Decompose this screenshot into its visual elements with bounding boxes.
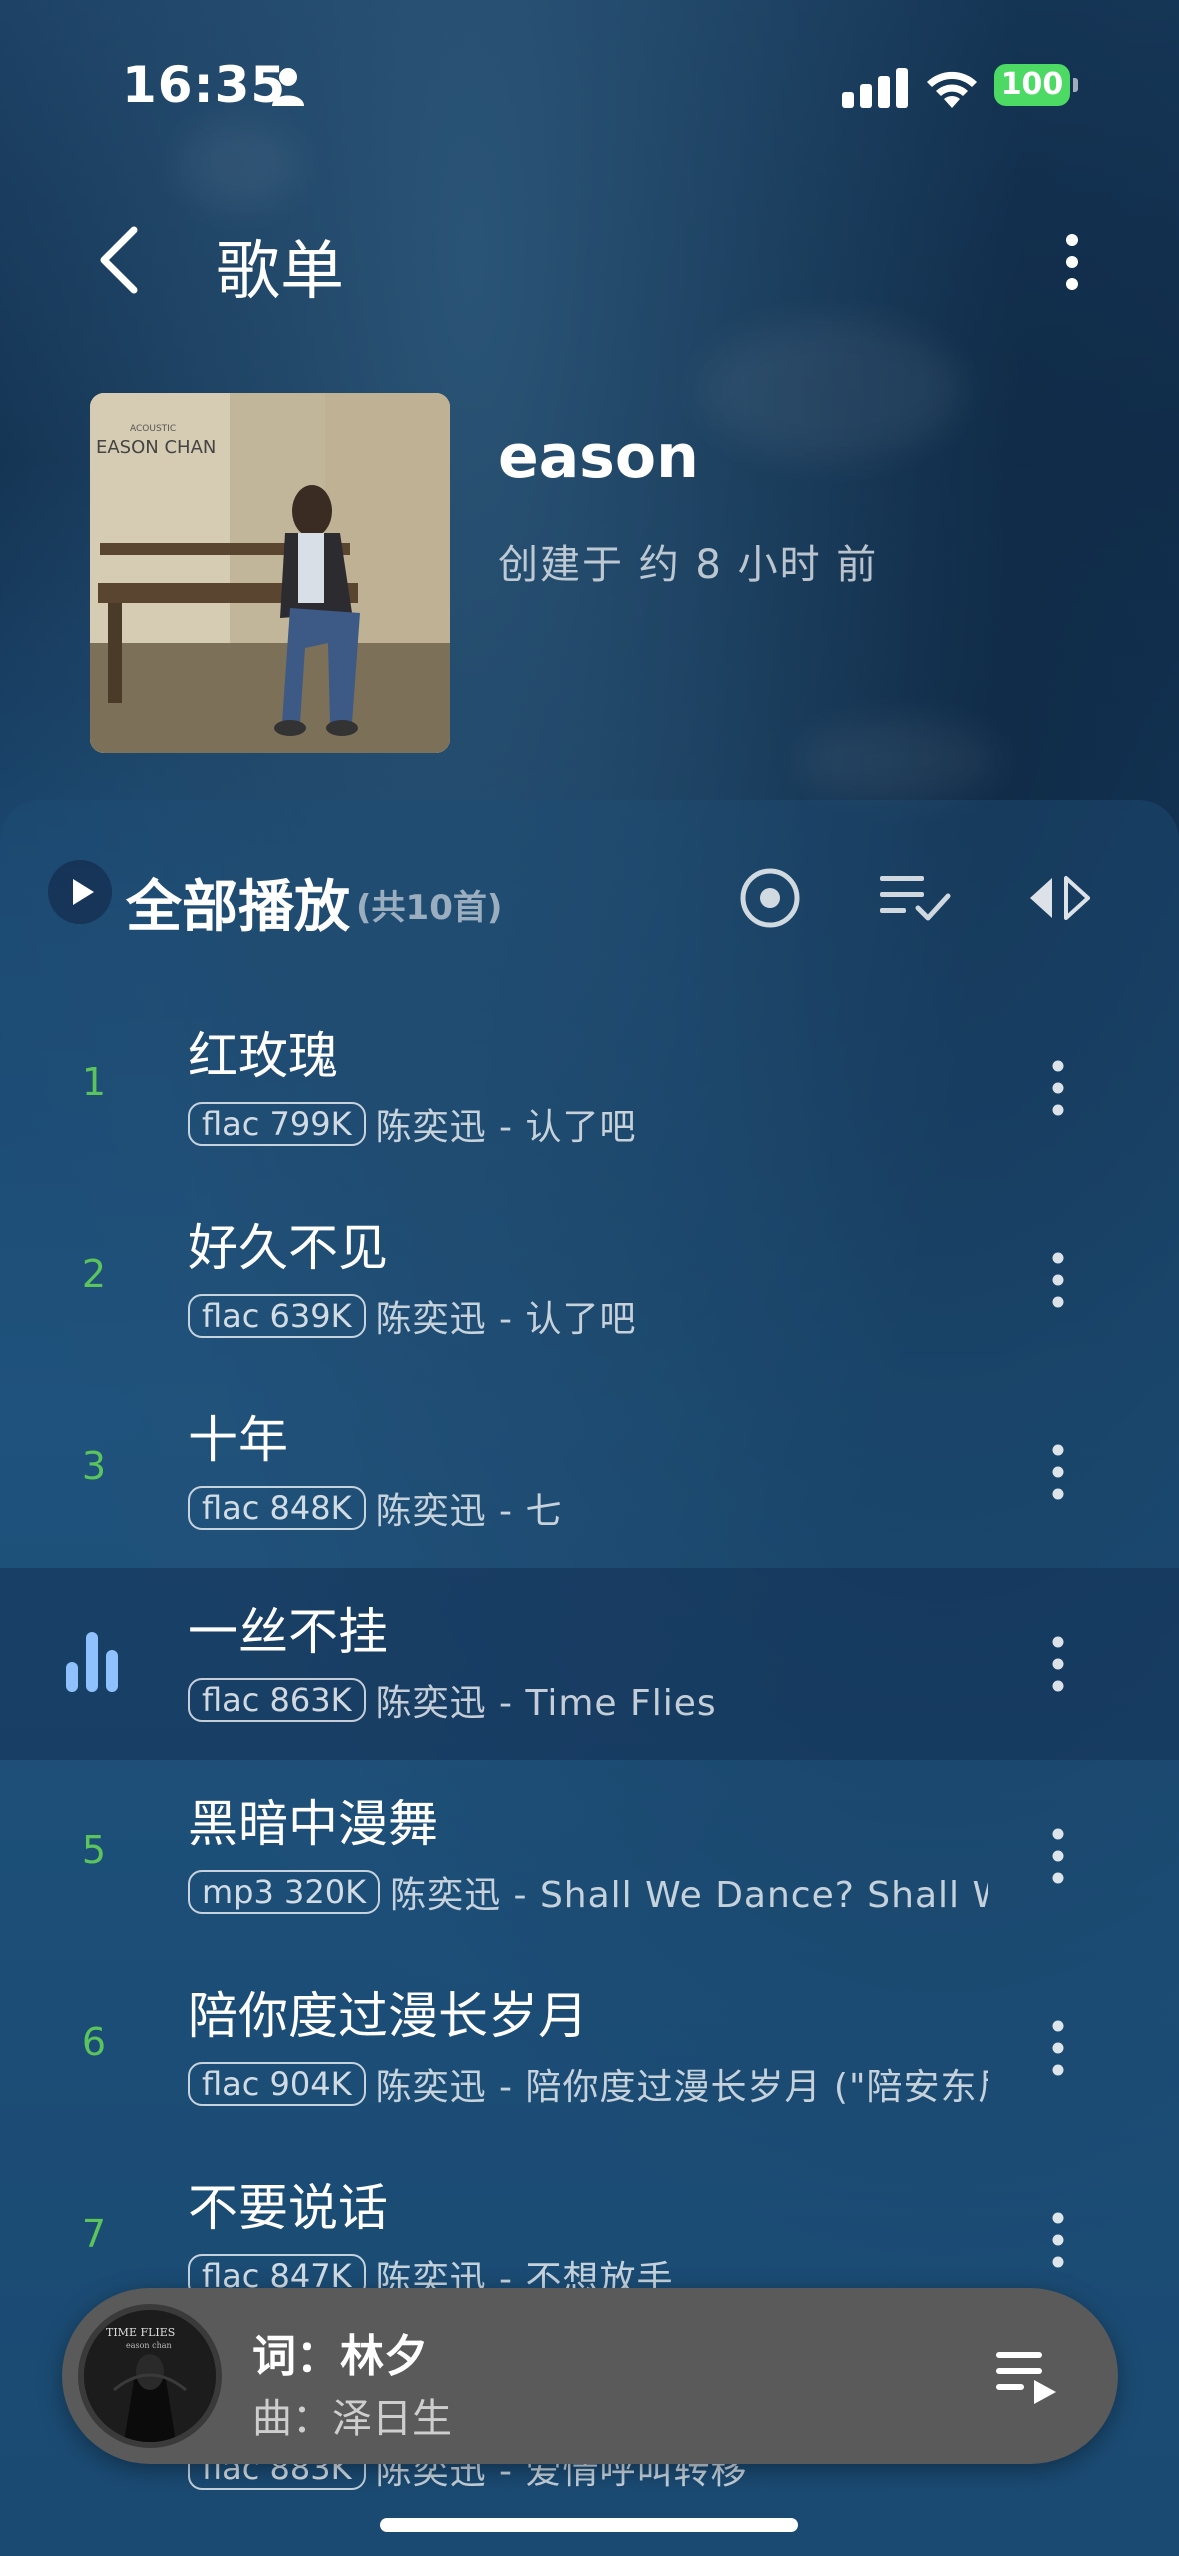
- song-number: 2: [81, 1252, 107, 1296]
- song-number: 5: [81, 1828, 107, 1872]
- locate-current-icon[interactable]: [736, 864, 804, 932]
- home-indicator[interactable]: [380, 2518, 798, 2532]
- album-art-image: TIME FLIES eason chan: [84, 2310, 216, 2442]
- album-art-text: TIME FLIES: [106, 2326, 175, 2339]
- cover-text-name: EASON CHAN: [96, 437, 216, 458]
- song-more-icon[interactable]: [1040, 1440, 1076, 1504]
- cover-text-top: ACOUSTIC: [130, 424, 176, 434]
- battery-indicator: 100: [994, 64, 1078, 106]
- song-subtitle: flac 863K 陈奕迅 - Time Flies: [188, 1674, 988, 1722]
- song-artist-album: 陈奕迅 - 陪你度过漫长岁月 ("陪安东尼: [375, 2067, 988, 2106]
- song-more-icon[interactable]: [1040, 1824, 1076, 1888]
- bg-ripple: [700, 320, 960, 460]
- bg-ripple: [800, 720, 1000, 800]
- quality-badge: flac 904K: [188, 2062, 366, 2106]
- song-title: 十年: [188, 1411, 288, 1469]
- song-more-icon[interactable]: [1040, 1248, 1076, 1312]
- status-time: 16:35: [122, 56, 287, 114]
- song-artist-album: 陈奕迅 - 认了吧: [375, 1107, 637, 1146]
- person-icon: [272, 68, 304, 106]
- song-subtitle: mp3 320K 陈奕迅 - Shall We Dance? Shall We: [188, 1866, 988, 1914]
- song-artist-album: 陈奕迅 - Time Flies: [375, 1683, 717, 1722]
- song-number: 3: [81, 1444, 107, 1488]
- playlist-created-time: 创建于 约 8 小时 前: [498, 542, 879, 588]
- status-bar: 16:35 100: [0, 0, 1179, 140]
- quality-badge: flac 799K: [188, 1102, 366, 1146]
- song-number: 1: [81, 1060, 107, 1104]
- back-arrow-icon[interactable]: [90, 222, 150, 298]
- battery-level: 100: [994, 64, 1070, 106]
- now-playing-album-art[interactable]: TIME FLIES eason chan: [78, 2304, 222, 2448]
- play-queue-icon[interactable]: [994, 2346, 1062, 2406]
- song-row[interactable]: 3 十年 flac 848K 陈奕迅 - 七: [0, 1376, 1179, 1568]
- battery-tip: [1073, 78, 1078, 92]
- song-title: 好久不见: [188, 1219, 388, 1277]
- song-title: 黑暗中漫舞: [188, 1795, 438, 1853]
- song-count: (共10首): [356, 888, 503, 928]
- play-icon: [73, 879, 94, 905]
- song-more-icon[interactable]: [1040, 2208, 1076, 2272]
- quality-badge: flac 863K: [188, 1678, 366, 1722]
- play-all-button[interactable]: [48, 860, 112, 924]
- song-row-now-playing[interactable]: 一丝不挂 flac 863K 陈奕迅 - Time Flies: [0, 1568, 1179, 1760]
- mini-player[interactable]: TIME FLIES eason chan 词：林夕 曲：泽日生: [62, 2288, 1118, 2464]
- multi-select-icon[interactable]: [880, 872, 952, 924]
- quality-badge: flac 848K: [188, 1486, 366, 1530]
- album-art-subtext: eason chan: [126, 2341, 172, 2350]
- song-number: 7: [81, 2212, 107, 2256]
- song-title: 一丝不挂: [188, 1603, 388, 1661]
- wifi-icon: [927, 71, 977, 108]
- mini-player-lyric-line2: 曲：泽日生: [252, 2396, 452, 2442]
- quality-badge: mp3 320K: [188, 1870, 381, 1914]
- song-more-icon[interactable]: [1040, 1056, 1076, 1120]
- cover-artwork: ACOUSTIC EASON CHAN: [90, 393, 450, 753]
- play-all-label[interactable]: 全部播放: [126, 862, 350, 943]
- song-more-icon[interactable]: [1040, 2016, 1076, 2080]
- song-artist-album: 陈奕迅 - 认了吧: [375, 1299, 637, 1338]
- playlist-name: eason: [498, 422, 699, 492]
- song-subtitle: flac 799K 陈奕迅 - 认了吧: [188, 1098, 988, 1146]
- page-title: 歌单: [216, 235, 344, 309]
- playlist-cover[interactable]: ACOUSTIC EASON CHAN: [90, 393, 450, 753]
- now-playing-equalizer-icon: [66, 1632, 118, 1692]
- song-title: 陪你度过漫长岁月: [188, 1987, 588, 2045]
- song-artist-album: 陈奕迅 - Shall We Dance? Shall We: [390, 1875, 988, 1914]
- sort-icon[interactable]: [1028, 874, 1090, 922]
- song-number: 6: [81, 2020, 107, 2064]
- quality-badge: flac 639K: [188, 1294, 366, 1338]
- song-more-icon[interactable]: [1040, 1632, 1076, 1696]
- song-subtitle: flac 904K 陈奕迅 - 陪你度过漫长岁月 ("陪安东尼: [188, 2058, 988, 2106]
- more-options-icon[interactable]: [1052, 230, 1092, 294]
- song-artist-album: 陈奕迅 - 七: [375, 1491, 563, 1530]
- song-row[interactable]: 5 黑暗中漫舞 mp3 320K 陈奕迅 - Shall We Dance? Sh…: [0, 1760, 1179, 1952]
- song-title: 红玫瑰: [188, 1027, 338, 1085]
- song-title: 不要说话: [188, 2179, 388, 2237]
- song-row[interactable]: 2 好久不见 flac 639K 陈奕迅 - 认了吧: [0, 1184, 1179, 1376]
- song-subtitle: flac 639K 陈奕迅 - 认了吧: [188, 1290, 988, 1338]
- song-row[interactable]: 1 红玫瑰 flac 799K 陈奕迅 - 认了吧: [0, 992, 1179, 1184]
- mini-player-lyric-line1: 词：林夕: [252, 2331, 428, 2382]
- song-row[interactable]: 6 陪你度过漫长岁月 flac 904K 陈奕迅 - 陪你度过漫长岁月 ("陪安东…: [0, 1952, 1179, 2144]
- cellular-signal-icon: [842, 68, 908, 108]
- song-subtitle: flac 848K 陈奕迅 - 七: [188, 1482, 988, 1530]
